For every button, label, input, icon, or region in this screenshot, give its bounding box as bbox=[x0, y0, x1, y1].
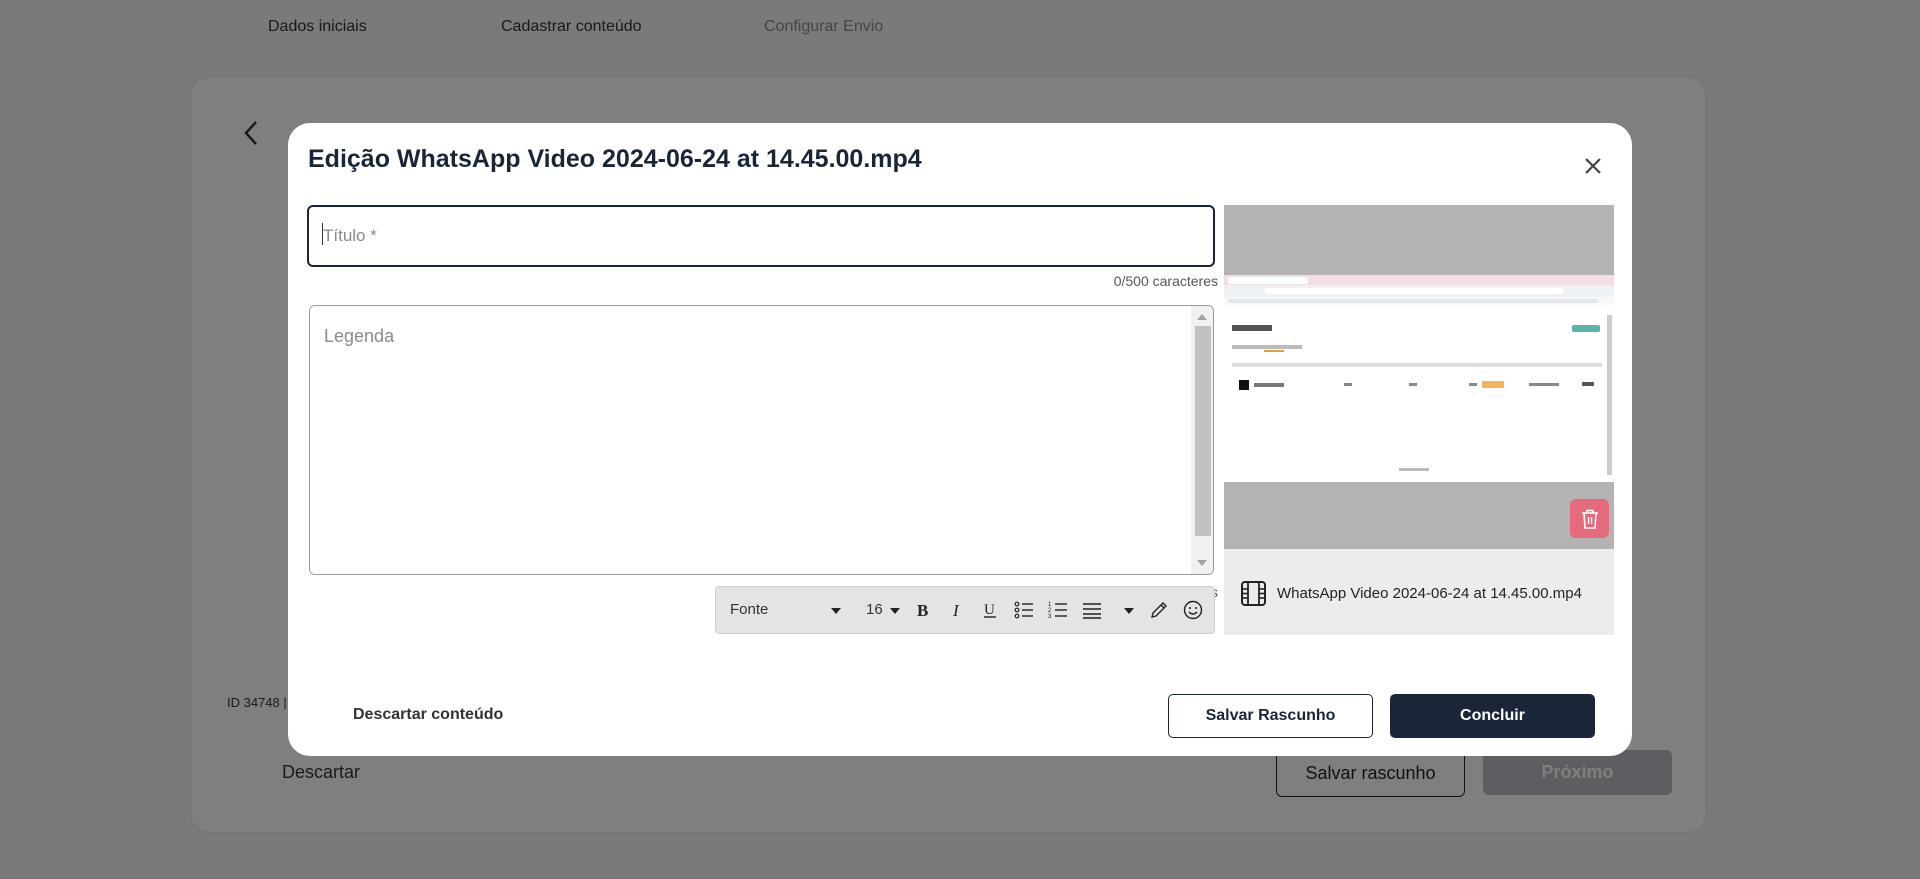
file-name: WhatsApp Video 2024-06-24 at 14.45.00.mp… bbox=[1277, 585, 1582, 602]
video-player[interactable] bbox=[1224, 205, 1614, 549]
title-char-counter: 0/500 caracteres bbox=[1113, 273, 1218, 289]
scroll-up-icon[interactable] bbox=[1197, 314, 1207, 320]
film-icon bbox=[1241, 581, 1266, 606]
video-thumbnail bbox=[1224, 275, 1614, 482]
delete-media-button[interactable] bbox=[1570, 499, 1609, 538]
svg-text:U: U bbox=[984, 602, 995, 618]
chevron-down-icon[interactable] bbox=[1124, 608, 1134, 614]
edit-content-modal: Edição WhatsApp Video 2024-06-24 at 14.4… bbox=[288, 123, 1632, 756]
media-preview: WhatsApp Video 2024-06-24 at 14.45.00.mp… bbox=[1224, 205, 1614, 635]
caption-scrollbar[interactable] bbox=[1191, 306, 1213, 574]
close-icon[interactable] bbox=[1578, 151, 1608, 181]
scroll-down-icon[interactable] bbox=[1197, 560, 1207, 566]
chevron-down-icon[interactable] bbox=[890, 608, 900, 614]
pencil-icon[interactable] bbox=[1146, 597, 1172, 623]
svg-text:3: 3 bbox=[1048, 614, 1052, 619]
underline-icon[interactable]: U bbox=[977, 597, 1003, 623]
discard-content-button[interactable]: Descartar conteúdo bbox=[353, 706, 503, 724]
bold-icon[interactable]: B bbox=[910, 597, 936, 623]
save-draft-button[interactable]: Salvar Rascunho bbox=[1168, 694, 1373, 738]
caption-box bbox=[309, 305, 1214, 575]
trash-icon bbox=[1581, 509, 1598, 529]
numbered-list-icon[interactable]: 1 2 3 bbox=[1045, 597, 1071, 623]
chevron-down-icon[interactable] bbox=[831, 608, 841, 614]
align-icon[interactable] bbox=[1079, 597, 1105, 623]
file-info: WhatsApp Video 2024-06-24 at 14.45.00.mp… bbox=[1240, 580, 1582, 607]
font-select[interactable]: Fonte bbox=[730, 601, 768, 618]
conclude-button[interactable]: Concluir bbox=[1390, 694, 1595, 738]
italic-icon[interactable]: I bbox=[944, 597, 970, 623]
font-size-select[interactable]: 16 bbox=[866, 601, 883, 618]
modal-title: Edição WhatsApp Video 2024-06-24 at 14.4… bbox=[308, 145, 922, 173]
bullet-list-icon[interactable] bbox=[1011, 597, 1037, 623]
svg-text:B: B bbox=[917, 601, 928, 619]
format-toolbar: Fonte 16 B I U 1 2 3 bbox=[715, 586, 1215, 634]
svg-text:I: I bbox=[952, 601, 960, 619]
title-input[interactable] bbox=[307, 205, 1215, 267]
scroll-thumb[interactable] bbox=[1195, 326, 1211, 536]
emoji-icon[interactable] bbox=[1180, 597, 1206, 623]
caption-textarea[interactable] bbox=[310, 306, 1190, 574]
text-cursor bbox=[322, 223, 323, 245]
